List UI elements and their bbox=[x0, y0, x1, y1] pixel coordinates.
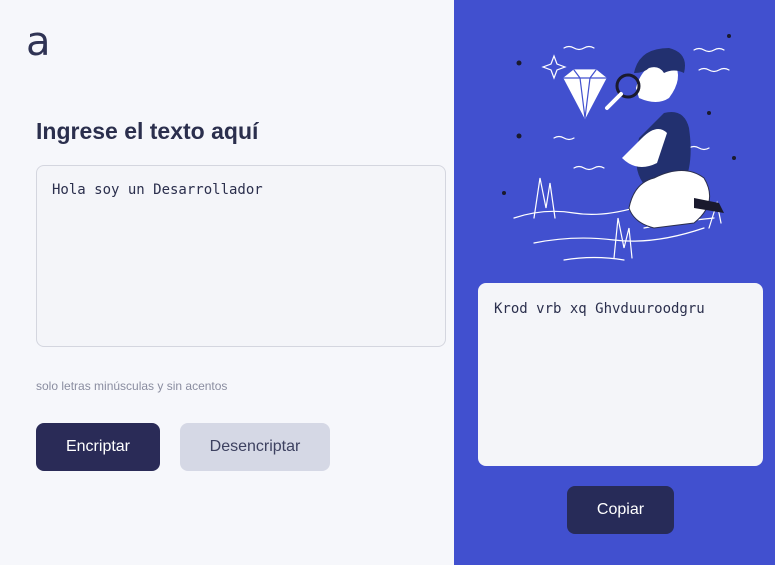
output-text: Krod vrb xq Ghvduuroodgru bbox=[478, 283, 763, 466]
decrypt-button[interactable]: Desencriptar bbox=[180, 423, 330, 471]
copy-button[interactable]: Copiar bbox=[567, 486, 674, 534]
person-searching-diamond-illustration bbox=[502, 34, 736, 261]
input-hint: solo letras minúsculas y sin acentos bbox=[36, 379, 228, 393]
encrypt-button[interactable]: Encriptar bbox=[36, 423, 160, 471]
text-input[interactable]: Hola soy un Desarrollador bbox=[36, 165, 446, 347]
input-panel: a Ingrese el texto aquí Hola soy un Desa… bbox=[0, 0, 454, 565]
output-panel: Krod vrb xq Ghvduuroodgru Copiar bbox=[454, 0, 775, 565]
logo: a bbox=[26, 19, 51, 65]
input-heading: Ingrese el texto aquí bbox=[36, 118, 259, 144]
